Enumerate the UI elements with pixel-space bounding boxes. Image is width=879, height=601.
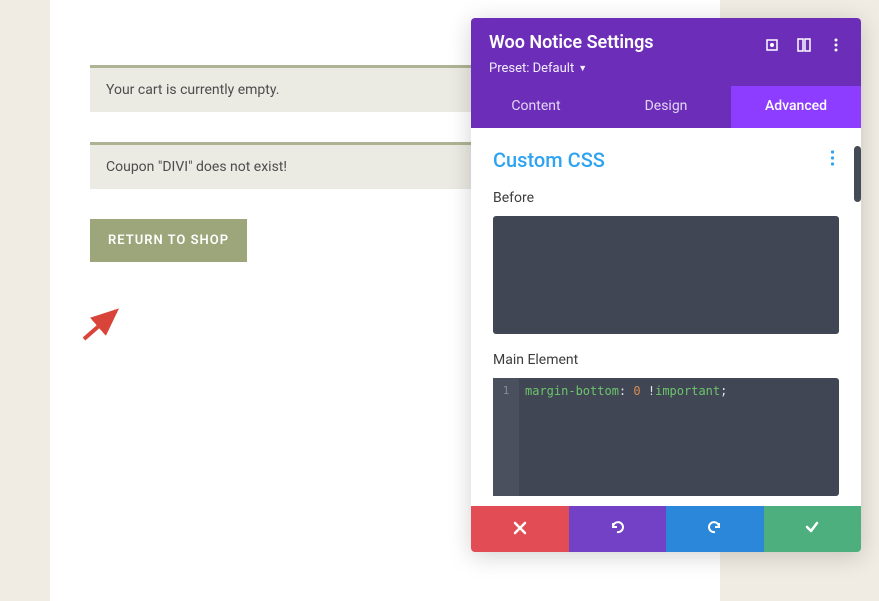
code-content: margin-bottom: 0 !important; (493, 378, 839, 404)
before-label: Before (493, 190, 839, 206)
tab-content[interactable]: Content (471, 86, 601, 128)
check-icon (804, 519, 820, 539)
notice-text: Coupon "DIVI" does not exist! (106, 159, 287, 175)
preset-dropdown[interactable]: Preset: Default ▼ (489, 61, 587, 76)
css-bang: ! (648, 384, 655, 398)
css-important: important (655, 384, 720, 398)
panel-tabs: Content Design Advanced (471, 86, 861, 128)
redo-icon (707, 519, 723, 539)
tab-advanced[interactable]: Advanced (731, 86, 861, 128)
undo-icon (609, 519, 625, 539)
redo-button[interactable] (666, 506, 764, 552)
line-number: 1 (503, 384, 510, 397)
expand-icon[interactable] (757, 32, 787, 58)
main-element-label: Main Element (493, 352, 839, 368)
cancel-button[interactable] (471, 506, 569, 552)
panel-header-actions (757, 32, 851, 58)
section-more-icon[interactable] (826, 148, 839, 172)
preset-label: Preset: Default (489, 61, 574, 76)
css-value: 0 (633, 384, 640, 398)
main-element-css-input[interactable]: 1 margin-bottom: 0 !important; (493, 378, 839, 496)
css-property: margin-bottom (525, 384, 619, 398)
panel-header: Woo Notice Settings Preset: Default ▼ (471, 18, 861, 86)
tab-design[interactable]: Design (601, 86, 731, 128)
code-gutter: 1 (493, 378, 519, 496)
notice-text: Your cart is currently empty. (106, 82, 279, 98)
scrollbar-thumb[interactable] (854, 146, 861, 202)
portability-icon[interactable] (789, 32, 819, 58)
before-css-input[interactable] (493, 216, 839, 334)
return-button-label: RETURN TO SHOP (108, 233, 229, 248)
section-title-row: Custom CSS (493, 148, 839, 172)
section-title[interactable]: Custom CSS (493, 148, 605, 172)
more-icon[interactable] (821, 32, 851, 58)
panel-body: Custom CSS Before Main Element 1 margin-… (471, 128, 861, 506)
chevron-down-icon: ▼ (578, 63, 587, 74)
return-to-shop-button[interactable]: RETURN TO SHOP (90, 219, 247, 262)
settings-panel: Woo Notice Settings Preset: Default ▼ Co… (471, 18, 861, 552)
save-button[interactable] (764, 506, 862, 552)
close-icon (513, 520, 527, 539)
css-semi: ; (720, 384, 727, 398)
panel-footer (471, 506, 861, 552)
css-colon: : (619, 384, 626, 398)
undo-button[interactable] (569, 506, 667, 552)
